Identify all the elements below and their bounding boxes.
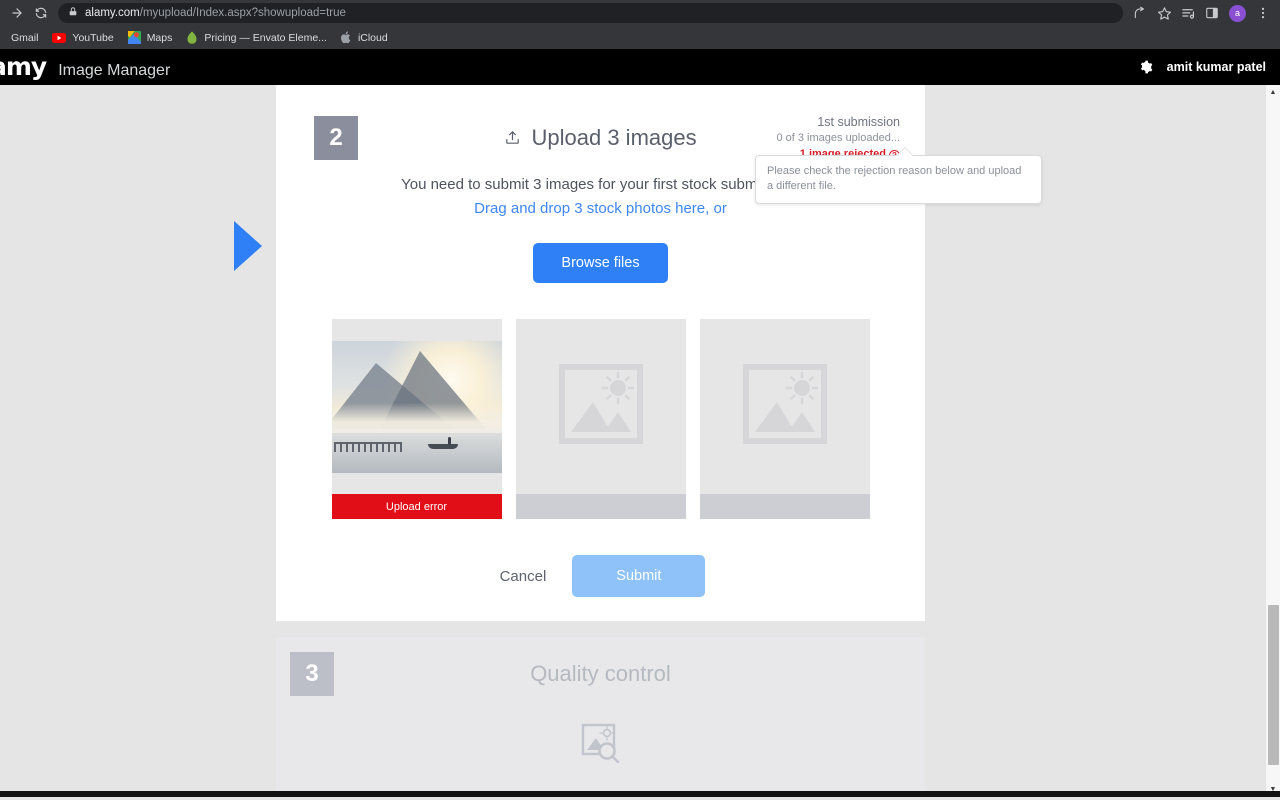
url-path: /myupload/Index.aspx?showupload=true: [139, 7, 346, 19]
image-slot-1[interactable]: Upload error: [331, 319, 502, 519]
boatman: [447, 436, 451, 445]
image-slot-2-footer: [515, 494, 686, 519]
bookmark-label: Pricing — Envato Eleme...: [204, 31, 327, 44]
submission-number: 1st submission: [817, 115, 900, 129]
bookmark-envato[interactable]: Pricing — Envato Eleme...: [179, 28, 334, 47]
gear-icon[interactable]: [1139, 60, 1153, 74]
boat: [427, 443, 458, 449]
header-actions: amit kumar patel: [1139, 60, 1266, 74]
browse-files-button[interactable]: Browse files: [533, 243, 668, 283]
image-inspect-icon: [276, 723, 925, 768]
image-slot-1-body[interactable]: [331, 319, 502, 494]
url-text: alamy.com/myupload/Index.aspx?showupload…: [85, 7, 346, 19]
upload-card-title-text: Upload 3 images: [531, 125, 697, 150]
upload-icon: [504, 127, 527, 152]
lake-sunrise-boat-photo: [331, 340, 502, 473]
toolbar-actions: a: [1129, 2, 1274, 24]
app-header: amy Image Manager amit kumar patel: [0, 49, 1280, 85]
side-panel-icon[interactable]: [1201, 2, 1223, 24]
three-dot-menu-icon[interactable]: [1252, 2, 1274, 24]
step-pointer-arrow: [234, 221, 262, 271]
upload-error-badge: Upload error: [331, 494, 502, 519]
scrollbar-thumb[interactable]: [1268, 605, 1279, 765]
forward-icon[interactable]: [6, 2, 28, 24]
bookmark-gmail[interactable]: Gmail: [4, 28, 45, 47]
alamy-logo: amy: [0, 52, 47, 81]
image-placeholder-icon: [558, 364, 643, 449]
url-domain: alamy.com: [85, 7, 140, 19]
rejection-tooltip: Please check the rejection reason below …: [755, 147, 1042, 204]
envato-icon: [186, 31, 198, 44]
reading-list-icon[interactable]: [1177, 2, 1199, 24]
quality-control-card: 3 Quality control: [276, 637, 925, 797]
page-scrollbar[interactable]: ▲ ▼: [1265, 85, 1280, 797]
share-icon[interactable]: [1129, 2, 1151, 24]
scroll-up-arrow-icon[interactable]: ▲: [1266, 85, 1280, 100]
reload-icon[interactable]: [30, 2, 52, 24]
profile-avatar[interactable]: a: [1229, 4, 1246, 22]
content-column: 2 Upload 3 images 1st submission 0 of 3 …: [276, 85, 1042, 797]
image-slot-2[interactable]: [515, 319, 686, 519]
mist-haze: [331, 402, 502, 437]
quality-control-title: Quality control: [530, 661, 671, 686]
image-slot-3-body[interactable]: [699, 319, 870, 494]
google-maps-icon: [127, 31, 141, 44]
user-name[interactable]: amit kumar patel: [1167, 60, 1266, 74]
address-bar[interactable]: alamy.com/myupload/Index.aspx?showupload…: [58, 3, 1123, 23]
app-title: Image Manager: [58, 62, 171, 79]
window-bottom-edge: [0, 791, 1280, 797]
instruction-line-1: You need to submit 3 images for your fir…: [401, 176, 800, 193]
bookmark-youtube[interactable]: YouTube: [45, 28, 120, 47]
youtube-icon: [52, 32, 67, 43]
page-body: 2 Upload 3 images 1st submission 0 of 3 …: [0, 85, 1280, 797]
image-slot-3[interactable]: [699, 319, 870, 519]
bookmarks-bar: Gmail YouTube Maps Pricing — Envato Elem…: [0, 26, 1280, 49]
cancel-button[interactable]: Cancel: [496, 560, 551, 593]
bookmark-label: Gmail: [11, 31, 39, 44]
brand[interactable]: amy Image Manager: [0, 54, 170, 80]
lock-icon: [68, 4, 78, 22]
bookmark-label: iCloud: [357, 31, 388, 44]
bookmark-maps[interactable]: Maps: [121, 28, 180, 47]
upload-card: 2 Upload 3 images 1st submission 0 of 3 …: [276, 85, 1042, 621]
uploaded-count: 0 of 3 images uploaded...: [776, 132, 900, 145]
pier-posts: [333, 442, 402, 452]
rejection-tooltip-text: Please check the rejection reason below …: [767, 165, 1022, 193]
card-actions: Cancel Submit: [300, 555, 901, 597]
bookmark-label: Maps: [146, 31, 173, 44]
image-slot-2-body[interactable]: [515, 319, 686, 494]
water: [331, 432, 502, 473]
submit-button[interactable]: Submit: [572, 555, 706, 597]
image-slot-3-footer: [699, 494, 870, 519]
bookmark-star-icon[interactable]: [1153, 2, 1175, 24]
bookmark-label: YouTube: [72, 31, 114, 44]
browser-toolbar: alamy.com/myupload/Index.aspx?showupload…: [0, 0, 1280, 26]
apple-icon: [340, 31, 352, 44]
bookmark-icloud[interactable]: iCloud: [334, 28, 395, 47]
image-slot-list: Upload error: [300, 319, 901, 519]
browse-row: Browse files: [300, 243, 901, 283]
browser-chrome: alamy.com/myupload/Index.aspx?showupload…: [0, 0, 1280, 49]
image-placeholder-icon: [742, 364, 827, 449]
